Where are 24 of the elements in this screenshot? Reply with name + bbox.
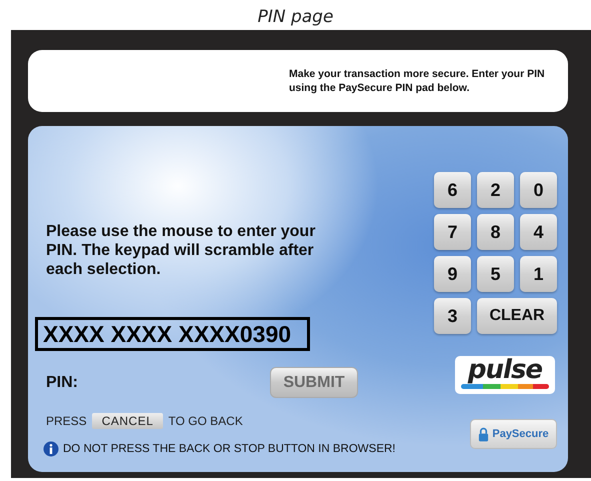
go-back-text: TO GO BACK: [168, 414, 243, 428]
card-number-field: XXXX XXXX XXXX0390: [35, 317, 310, 351]
keypad-key[interactable]: 3: [434, 298, 471, 334]
keypad-key[interactable]: 7: [434, 214, 471, 250]
pulse-logo: pulse: [455, 356, 555, 394]
keypad-key[interactable]: 5: [477, 256, 514, 292]
instructions-text: Please use the mouse to enter your PIN. The keypad will scramble after each selection.: [46, 222, 316, 279]
keypad-key[interactable]: 6: [434, 172, 471, 208]
keypad-key[interactable]: 4: [520, 214, 557, 250]
clear-key[interactable]: CLEAR: [477, 298, 557, 334]
padlock-icon: [478, 426, 490, 442]
cancel-button[interactable]: CANCEL: [92, 413, 164, 429]
notice-text: Make your transaction more secure. Enter your PIN using the PaySecure PIN pad below.: [289, 67, 546, 95]
keypad-key[interactable]: 0: [520, 172, 557, 208]
keypad-key[interactable]: 9: [434, 256, 471, 292]
warning-text: DO NOT PRESS THE BACK OR STOP BUTTON IN BROWSER!: [63, 443, 396, 455]
press-text: PRESS: [46, 414, 87, 428]
keypad-key[interactable]: 1: [520, 256, 557, 292]
keypad-key[interactable]: 8: [477, 214, 514, 250]
pin-label: PIN:: [46, 374, 79, 392]
info-icon: [43, 441, 59, 457]
page-title: PIN page: [256, 6, 334, 29]
paysecure-button[interactable]: PaySecure: [470, 419, 557, 449]
keypad-key[interactable]: 2: [477, 172, 514, 208]
